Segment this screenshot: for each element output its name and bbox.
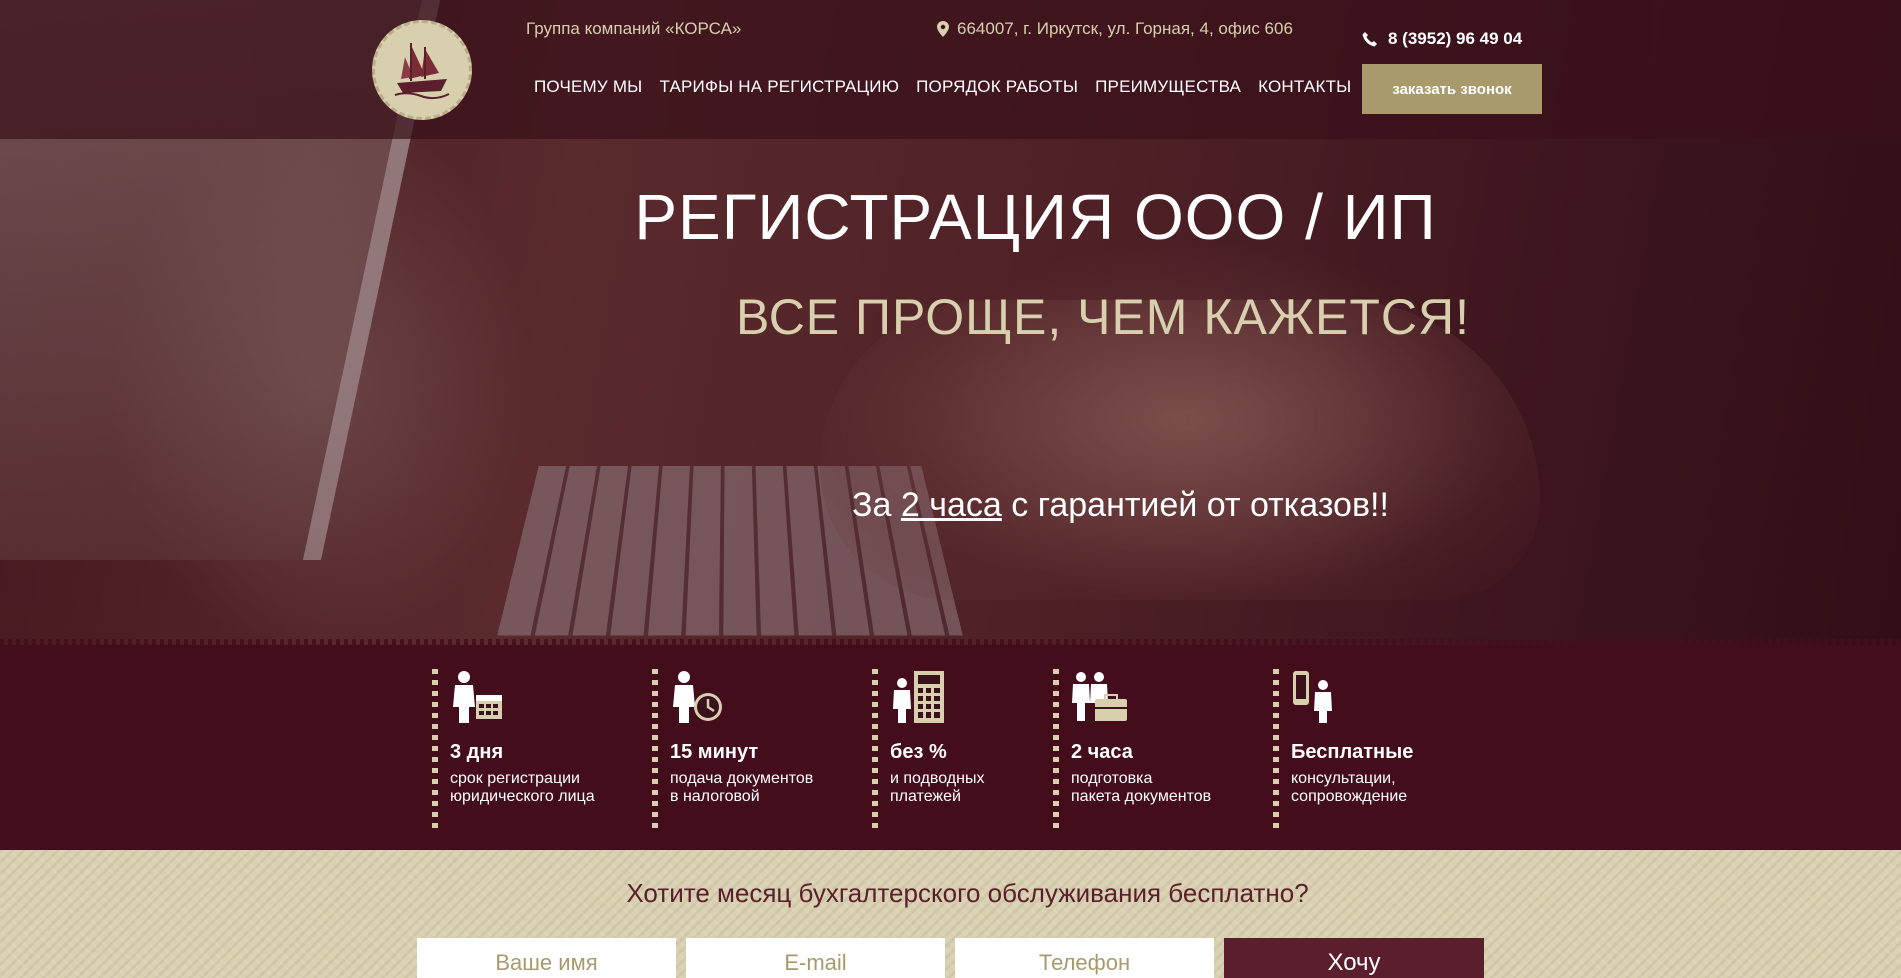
clock-icon: [670, 669, 730, 725]
feature-title: Бесплатные: [1291, 741, 1413, 764]
feature-item: без % и подводных платежей: [872, 669, 984, 829]
tagline-suffix: с гарантией от отказов!!: [1002, 486, 1389, 524]
offer-title: Хотите месяц бухгалтерского обслуживания…: [0, 878, 1901, 909]
feature-title: 2 часа: [1071, 741, 1211, 764]
feature-title: без %: [890, 741, 984, 764]
callback-button[interactable]: заказать звонок: [1362, 64, 1542, 114]
feature-item: 2 часа подготовка пакета документов: [1053, 669, 1211, 829]
hero-subtitle: ВСЕ ПРОЩЕ, ЧЕМ КАЖЕТСЯ!: [736, 288, 1470, 346]
feature-description: подготовка пакета документов: [1071, 770, 1211, 806]
feature-item: 15 минут подача документов в налоговой: [652, 669, 813, 829]
calendar-icon: [450, 669, 510, 725]
tagline-emphasis: 2 часа: [901, 486, 1002, 524]
feature-title: 3 дня: [450, 741, 595, 764]
site-header: Группа компаний «КОРСА» 664007, г. Иркут…: [0, 0, 1901, 139]
features-band: 3 дня срок регистрации юридического лица…: [0, 645, 1901, 850]
offer-form: Хочу: [417, 938, 1484, 978]
feature-item: Бесплатные консультации, сопровождение: [1273, 669, 1413, 829]
address-text: 664007, г. Иркутск, ул. Горная, 4, офис …: [957, 19, 1293, 39]
nav-item-advantages[interactable]: ПРЕИМУЩЕСТВА: [1095, 77, 1241, 97]
nav-item-contacts[interactable]: КОНТАКТЫ: [1258, 77, 1351, 97]
feature-desc-line: пакета документов: [1071, 788, 1211, 806]
ship-logo-icon: [387, 35, 457, 105]
nav-item-why-us[interactable]: ПОЧЕМУ МЫ: [534, 77, 642, 97]
hero-tagline: За 2 часа с гарантией от отказов!!: [852, 486, 1389, 525]
phone-input[interactable]: [955, 938, 1214, 978]
feature-description: срок регистрации юридического лица: [450, 770, 595, 806]
feature-item: 3 дня срок регистрации юридического лица: [432, 669, 595, 829]
briefcase-icon: [1071, 669, 1131, 725]
phone-icon: [1291, 669, 1351, 725]
feature-description: подача документов в налоговой: [670, 770, 813, 806]
email-input[interactable]: [686, 938, 945, 978]
feature-desc-line: подготовка: [1071, 770, 1211, 788]
feature-desc-line: срок регистрации: [450, 770, 595, 788]
feature-desc-line: и подводных: [890, 770, 984, 788]
name-input[interactable]: [417, 938, 676, 978]
address: 664007, г. Иркутск, ул. Горная, 4, офис …: [937, 19, 1293, 39]
nav-item-workflow[interactable]: ПОРЯДОК РАБОТЫ: [916, 77, 1078, 97]
submit-button[interactable]: Хочу: [1224, 938, 1484, 978]
phone-number: 8 (3952) 96 49 04: [1388, 29, 1522, 49]
tagline-prefix: За: [852, 486, 901, 524]
main-nav: ПОЧЕМУ МЫ ТАРИФЫ НА РЕГИСТРАЦИЮ ПОРЯДОК …: [534, 77, 1351, 97]
hero-title: РЕГИСТРАЦИЯ ООО / ИП: [0, 180, 1901, 254]
logo[interactable]: [372, 20, 472, 120]
feature-description: и подводных платежей: [890, 770, 984, 806]
company-group-name: Группа компаний «КОРСА»: [526, 19, 741, 39]
location-pin-icon: [937, 21, 949, 37]
feature-title: 15 минут: [670, 741, 813, 764]
feature-desc-line: консультации,: [1291, 770, 1413, 788]
feature-desc-line: в налоговой: [670, 788, 813, 806]
feature-desc-line: подача документов: [670, 770, 813, 788]
feature-desc-line: сопровождение: [1291, 788, 1413, 806]
calculator-icon: [890, 669, 950, 725]
nav-item-tariffs[interactable]: ТАРИФЫ НА РЕГИСТРАЦИЮ: [659, 77, 899, 97]
feature-desc-line: платежей: [890, 788, 984, 806]
phone-handset-icon: [1362, 31, 1378, 47]
offer-section: Хотите месяц бухгалтерского обслуживания…: [0, 850, 1901, 978]
phone[interactable]: 8 (3952) 96 49 04: [1362, 29, 1522, 49]
feature-description: консультации, сопровождение: [1291, 770, 1413, 806]
feature-desc-line: юридического лица: [450, 788, 595, 806]
